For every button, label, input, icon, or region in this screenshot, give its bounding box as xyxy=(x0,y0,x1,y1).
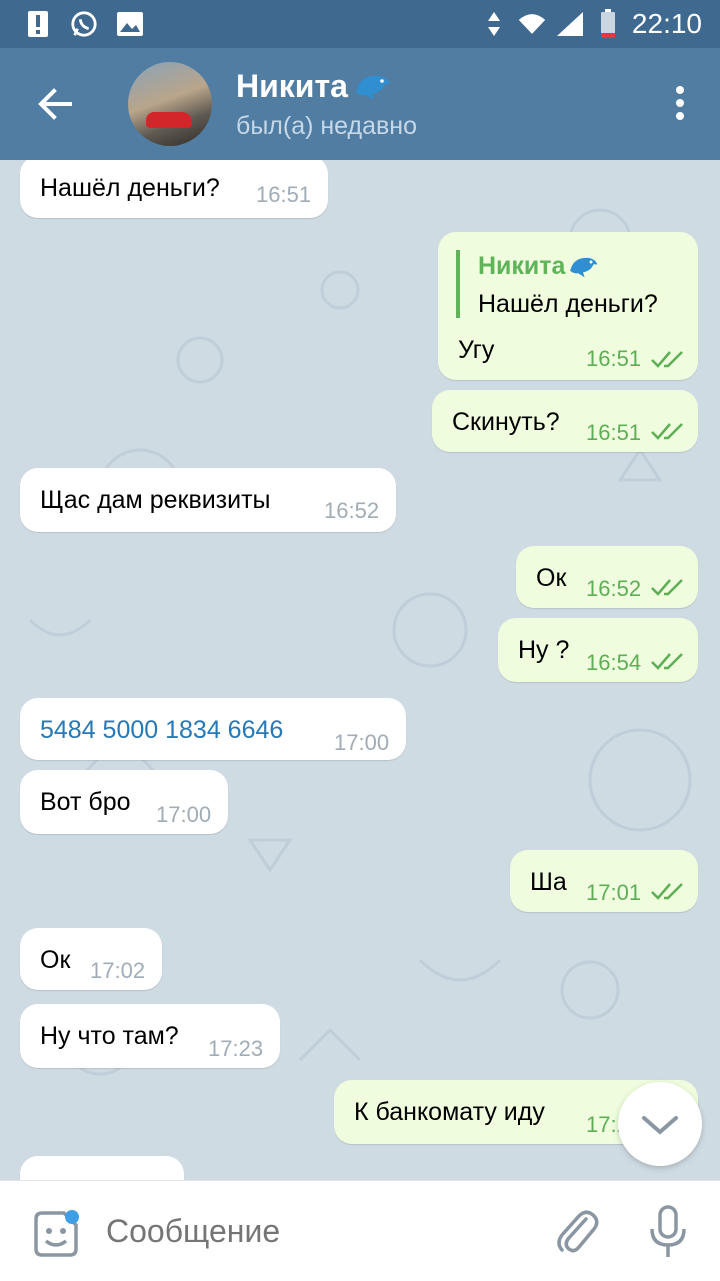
scroll-to-bottom-button[interactable] xyxy=(618,1082,702,1166)
message-text: Ша xyxy=(530,868,567,896)
message-outgoing[interactable]: Ну ? 16:54 xyxy=(498,618,698,682)
message-incoming[interactable]: Ну что там? 17:23 xyxy=(20,1004,280,1068)
whatsapp-icon xyxy=(70,10,98,38)
chat-header: Никита был(а) недавно xyxy=(0,48,720,160)
more-vertical-icon xyxy=(670,86,690,120)
data-arrows-icon xyxy=(480,10,508,38)
card-number-link[interactable]: 5484 5000 1834 6646 xyxy=(40,716,283,745)
read-receipt-icon xyxy=(651,579,683,596)
image-icon xyxy=(116,10,144,38)
message-text: К банкомату иду xyxy=(354,1098,545,1126)
chevron-down-icon xyxy=(642,1116,678,1135)
wifi-icon xyxy=(518,10,546,38)
message-text: Угу xyxy=(458,336,495,364)
notification-alert-icon xyxy=(24,10,52,38)
sticker-icon xyxy=(34,1210,79,1257)
message-time: 17:00 xyxy=(156,802,212,827)
message-time: 16:51 xyxy=(586,420,642,445)
message-input[interactable] xyxy=(106,1213,536,1250)
message-text: Ну ? xyxy=(518,636,570,664)
contact-name-text: Никита xyxy=(236,67,348,104)
back-button[interactable] xyxy=(32,80,80,128)
more-menu-button[interactable] xyxy=(670,86,690,126)
message-time: 16:54 xyxy=(586,650,642,675)
reply-text: Нашёл деньги? xyxy=(478,290,658,318)
voice-record-button[interactable] xyxy=(646,1205,690,1261)
message-incoming[interactable]: Вот бро 17:00 xyxy=(20,770,228,834)
message-outgoing[interactable]: Скинуть? 16:51 xyxy=(432,390,698,452)
message-time: 17:02 xyxy=(90,958,146,983)
message-incoming[interactable]: Нашёл деньги? 16:51 xyxy=(20,160,328,218)
arrow-left-icon xyxy=(38,88,72,120)
message-text: Щас дам реквизиты xyxy=(40,486,271,514)
message-text: Ок xyxy=(536,564,567,592)
status-bar: 22:10 xyxy=(0,0,720,48)
dolphin-icon xyxy=(355,75,390,100)
message-time: 16:52 xyxy=(586,576,642,601)
message-incoming[interactable]: 5484 5000 1834 6646 17:00 xyxy=(20,698,406,760)
clock: 22:10 xyxy=(631,8,702,39)
sticker-button[interactable] xyxy=(30,1209,79,1257)
reply-author: Никита xyxy=(478,251,566,280)
avatar-car-image xyxy=(146,112,192,128)
message-outgoing[interactable]: Ша 17:01 xyxy=(510,850,698,912)
message-time: 17:23 xyxy=(208,1036,264,1061)
microphone-icon xyxy=(650,1205,686,1257)
avatar[interactable] xyxy=(128,62,212,146)
message-time: 16:52 xyxy=(324,498,380,523)
message-composer xyxy=(0,1180,720,1281)
message-time: 16:51 xyxy=(256,182,312,207)
read-receipt-icon xyxy=(651,653,683,670)
contact-status: был(а) недавно xyxy=(236,112,418,140)
message-incoming-partial[interactable] xyxy=(20,1156,184,1180)
message-outgoing[interactable]: Ок 16:52 xyxy=(516,546,698,608)
message-time: 17:01 xyxy=(586,880,642,905)
message-time: 17:00 xyxy=(334,730,390,755)
message-text: Ну что там? xyxy=(40,1022,179,1050)
message-list[interactable]: Нашёл деньги? 16:51 Никита Нашёл деньги?… xyxy=(0,160,720,1180)
message-incoming[interactable]: Ок 17:02 xyxy=(20,928,162,990)
message-time: 16:51 xyxy=(586,346,642,371)
read-receipt-icon xyxy=(651,423,683,440)
signal-icon xyxy=(556,10,584,38)
message-text: Скинуть? xyxy=(452,408,560,436)
contact-name[interactable]: Никита xyxy=(236,66,392,106)
battery-icon xyxy=(594,9,622,38)
message-text: Вот бро xyxy=(40,788,131,816)
read-receipt-icon xyxy=(651,351,683,368)
read-receipt-icon xyxy=(651,883,683,900)
reply-quote[interactable]: Никита Нашёл деньги? xyxy=(456,250,658,318)
attach-button[interactable] xyxy=(552,1205,600,1257)
paperclip-icon xyxy=(557,1210,599,1253)
message-text: Нашёл деньги? xyxy=(40,174,220,202)
dolphin-icon xyxy=(570,257,598,278)
message-text: Ок xyxy=(40,946,71,974)
message-outgoing[interactable]: Никита Нашёл деньги? Угу 16:51 xyxy=(438,232,698,380)
message-incoming[interactable]: Щас дам реквизиты 16:52 xyxy=(20,468,396,532)
